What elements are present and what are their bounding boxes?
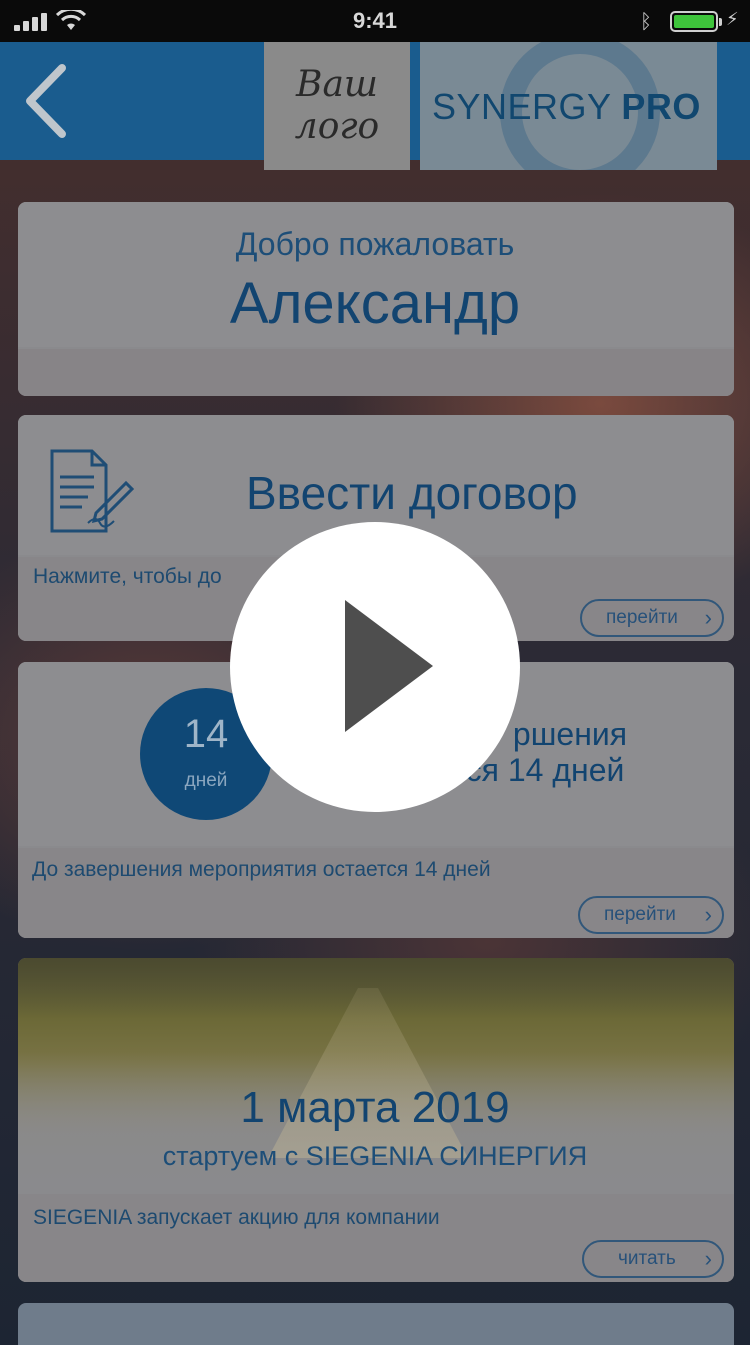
news-subtitle: SIEGENIA запускает акцию для компании <box>33 1206 440 1229</box>
contract-subtitle: Нажмите, чтобы до <box>33 565 222 588</box>
logo-placeholder-line1: Ваш <box>295 64 379 105</box>
user-name: Александр <box>229 271 521 336</box>
battery-icon <box>670 11 722 32</box>
next-card-partial[interactable] <box>18 1303 734 1345</box>
contract-go-button[interactable]: перейти › <box>580 599 724 637</box>
app-name: SYNERGY PRO <box>432 86 717 128</box>
app-name-part1: SYNERGY <box>432 86 611 127</box>
charging-icon: ⚡ <box>726 9 739 30</box>
app-name-part2: PRO <box>621 86 701 127</box>
news-read-button[interactable]: читать › <box>582 1240 724 1278</box>
back-arrow-icon[interactable] <box>22 62 72 140</box>
chevron-right-icon: › <box>704 1246 712 1271</box>
chevron-right-icon: › <box>704 605 712 630</box>
bluetooth-icon: ᛒ <box>640 9 652 33</box>
logo-placeholder-line2: лого <box>294 106 380 147</box>
event-go-button[interactable]: перейти › <box>578 896 724 934</box>
navigation-bar: Ваш лого SYNERGY PRO <box>0 42 750 170</box>
document-signature-icon <box>50 449 134 533</box>
status-time: 9:41 <box>352 8 398 33</box>
contract-title: Ввести договор <box>246 467 578 519</box>
news-title: стартуем с SIEGENIA СИНЕРГИЯ <box>162 1141 588 1171</box>
status-bar: 9:41 ᛒ ⚡ <box>0 0 750 42</box>
news-read-label: читать <box>618 1248 676 1269</box>
event-subtitle: До завершения мероприятия остается 14 дн… <box>32 858 491 881</box>
chevron-right-icon: › <box>704 902 712 927</box>
play-icon <box>345 600 433 732</box>
days-remaining-unit: дней <box>184 770 228 791</box>
event-go-label: перейти <box>604 904 676 925</box>
synergy-pro-logo: SYNERGY PRO <box>420 42 717 170</box>
video-play-button[interactable] <box>230 522 520 812</box>
news-date: 1 марта 2019 <box>240 1083 510 1132</box>
welcome-label: Добро пожаловать <box>235 226 515 262</box>
contract-go-label: перейти <box>606 607 678 628</box>
company-logo-placeholder: Ваш лого <box>264 42 410 170</box>
